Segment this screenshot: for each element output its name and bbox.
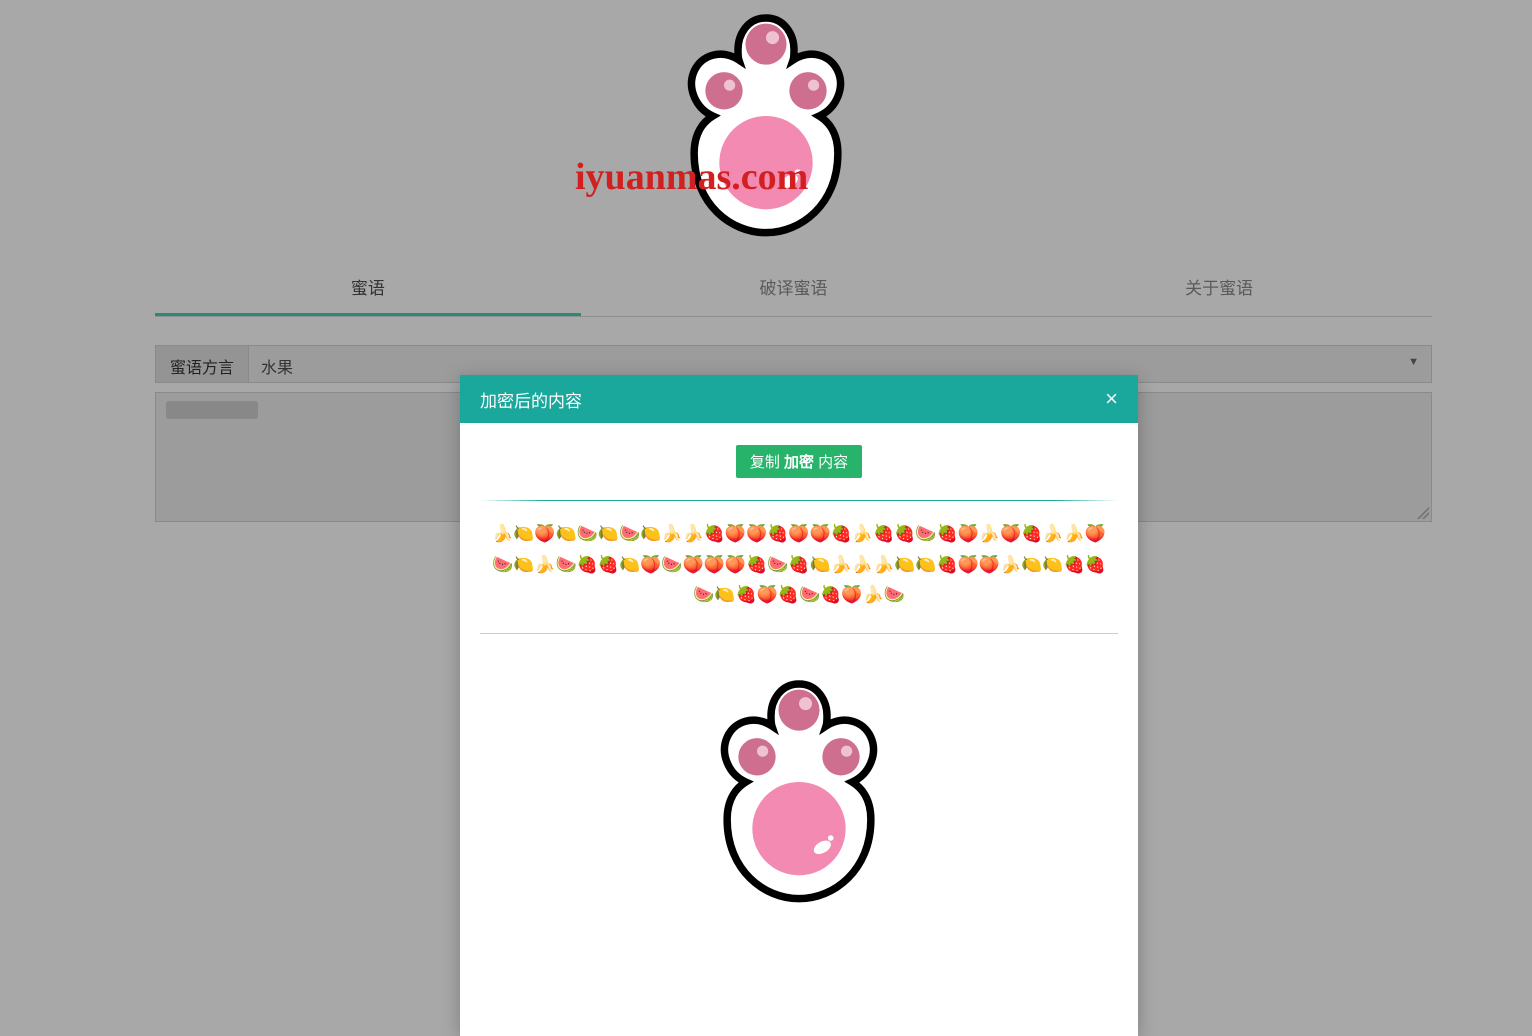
tab-encrypt[interactable]: 蜜语 xyxy=(155,260,581,316)
resize-handle-icon[interactable] xyxy=(1417,507,1429,519)
modal-logo xyxy=(480,656,1118,1026)
paw-icon xyxy=(659,656,939,936)
redacted-text xyxy=(166,401,258,419)
dialect-label: 蜜语方言 xyxy=(155,345,248,383)
divider-bottom xyxy=(480,633,1118,634)
header-logo xyxy=(621,0,911,260)
result-modal: 加密后的内容 × 复制 加密 内容 🍌🍋🍑🍋🍉🍋🍉🍋🍌🍌🍓🍑🍑🍓🍑🍑🍓🍌🍓🍓🍉🍓… xyxy=(460,375,1138,1036)
tab-bar: 蜜语 破译蜜语 关于蜜语 xyxy=(155,260,1432,317)
divider-top xyxy=(480,500,1118,501)
copy-prefix: 复制 xyxy=(750,454,784,471)
dialect-selected-value: 水果 xyxy=(261,360,293,377)
copy-suffix: 内容 xyxy=(814,454,848,471)
encrypted-output: 🍌🍋🍑🍋🍉🍋🍉🍋🍌🍌🍓🍑🍑🍓🍑🍑🍓🍌🍓🍓🍉🍓🍑🍌🍑🍓🍌🍌🍑🍉🍋🍌🍉🍓🍓🍋🍑🍉🍑🍑… xyxy=(480,519,1118,615)
copy-button[interactable]: 复制 加密 内容 xyxy=(736,445,862,478)
copy-bold: 加密 xyxy=(784,454,814,471)
tab-decrypt[interactable]: 破译蜜语 xyxy=(581,260,1007,316)
close-icon[interactable]: × xyxy=(1105,388,1118,410)
tab-about[interactable]: 关于蜜语 xyxy=(1006,260,1432,316)
modal-header: 加密后的内容 × xyxy=(460,375,1138,423)
paw-icon xyxy=(626,0,906,270)
modal-title: 加密后的内容 xyxy=(480,387,582,412)
